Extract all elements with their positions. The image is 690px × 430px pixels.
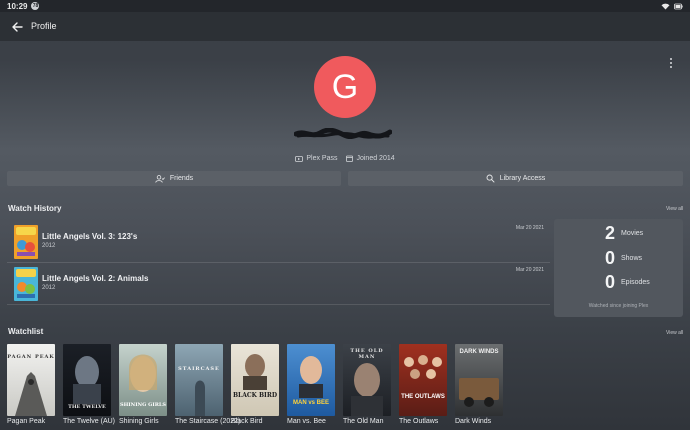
watchlist-item-title: Dark Winds (455, 418, 492, 425)
avatar: G (314, 56, 376, 118)
history-date: Mar 20 2021 (515, 267, 544, 273)
poster-title-art: THE TWELVE (68, 404, 106, 410)
watchlist-poster[interactable]: PAGAN PEAK (7, 344, 55, 416)
watchlist-item-title: Pagan Peak (7, 418, 46, 425)
status-icons (661, 3, 683, 10)
poster-title-art: THE OUTLAWS (401, 394, 445, 400)
stat-episodes: 0 Episodes (604, 272, 650, 293)
stat-shows: 0 Shows (604, 248, 642, 269)
wifi-icon (661, 3, 670, 10)
history-date: Mar 20 2021 (515, 225, 544, 231)
poster-art (459, 378, 499, 407)
joined-info: Joined 2014 (346, 155, 395, 162)
joined-label: Joined 2014 (356, 155, 395, 162)
watchlist-poster[interactable]: STAIRCASE (175, 344, 223, 416)
watchlist-item-title: The Outlaws (399, 418, 439, 425)
history-row[interactable]: Little Angels Vol. 2: Animals 2012 Mar 2… (7, 263, 550, 305)
history-title: Little Angels Vol. 2: Animals (42, 274, 149, 283)
history-thumbnail (14, 267, 38, 301)
stat-episodes-label: Episodes (621, 279, 650, 286)
library-access-label: Library Access (499, 175, 546, 182)
plex-pass-badge: Plex Pass (295, 155, 337, 162)
watchlist-poster[interactable]: THE OUTLAWS (399, 344, 447, 416)
top-app-bar: Profile (0, 12, 690, 41)
history-year: 2012 (42, 243, 56, 249)
profile-meta: Plex Pass Joined 2014 (0, 155, 690, 162)
stat-movies: 2 Movies (604, 223, 643, 244)
page-title: Profile (31, 21, 57, 31)
poster-art (404, 355, 442, 379)
calendar-icon (346, 155, 354, 162)
watchlist-poster[interactable]: DARK WINDS (455, 344, 503, 416)
username-redacted (294, 128, 392, 140)
friends-button[interactable]: Friends (7, 171, 341, 186)
stats-since-label: Watched since joining Plex (588, 303, 649, 309)
battery-icon (674, 3, 683, 9)
plex-pass-label: Plex Pass (306, 155, 338, 162)
watchlist-poster[interactable]: SHINING GIRLS (119, 344, 167, 416)
poster-art (243, 354, 267, 390)
back-arrow-icon[interactable] (10, 20, 24, 34)
watchlist-heading: Watchlist (8, 327, 44, 336)
watchlist-item-title: Shining Girls (119, 418, 159, 425)
watchlist-view-all[interactable]: View all (666, 330, 683, 336)
stat-shows-label: Shows (621, 255, 643, 262)
poster-title-art: MAN vs BEE (292, 400, 329, 406)
stat-episodes-count: 0 (604, 272, 615, 292)
watch-history-heading: Watch History (8, 204, 62, 213)
friends-label: Friends (169, 175, 194, 182)
watchlist-item-title: The Old Man (343, 418, 384, 425)
poster-title-art: STAIRCASE (178, 366, 220, 372)
poster-title-art: SHINING GIRLS (119, 402, 167, 408)
stat-movies-label: Movies (621, 230, 644, 237)
watchlist-item-title: Man vs. Bee (287, 418, 326, 425)
watchlist-item-title: Black Bird (231, 418, 263, 425)
history-row[interactable]: Little Angels Vol. 3: 123's 2012 Mar 20 … (7, 221, 550, 263)
poster-title-art: PAGAN PEAK (7, 354, 55, 360)
history-thumbnail (14, 225, 38, 259)
watch-stats-panel: 2 Movies 0 Shows 0 Episodes Watched sinc… (554, 219, 683, 317)
watch-history-view-all[interactable]: View all (666, 206, 683, 212)
stat-movies-count: 2 (604, 223, 615, 243)
history-year: 2012 (42, 285, 56, 291)
poster-title-art: BLACK BIRD (232, 392, 278, 399)
friends-icon (155, 174, 165, 183)
watchlist-poster[interactable]: MAN vs BEE (287, 344, 335, 416)
watchlist-item-title: The Twelve (AU) (63, 418, 115, 425)
status-bar: 10:29 78 (0, 0, 690, 12)
stat-shows-count: 0 (604, 248, 615, 268)
poster-art (195, 380, 205, 416)
watchlist-poster[interactable]: THE TWELVE (63, 344, 111, 416)
poster-art (351, 363, 383, 416)
more-options-icon[interactable] (668, 57, 674, 69)
notification-badge: 78 (31, 2, 40, 10)
poster-art (15, 372, 47, 416)
history-title: Little Angels Vol. 3: 123's (42, 232, 138, 241)
library-search-icon (486, 174, 495, 183)
status-time: 10:29 (7, 1, 28, 11)
watchlist-poster[interactable]: THE OLD MAN (343, 344, 391, 416)
watchlist-poster[interactable]: BLACK BIRD (231, 344, 279, 416)
library-access-button[interactable]: Library Access (348, 171, 683, 186)
plex-pass-icon (295, 155, 304, 162)
